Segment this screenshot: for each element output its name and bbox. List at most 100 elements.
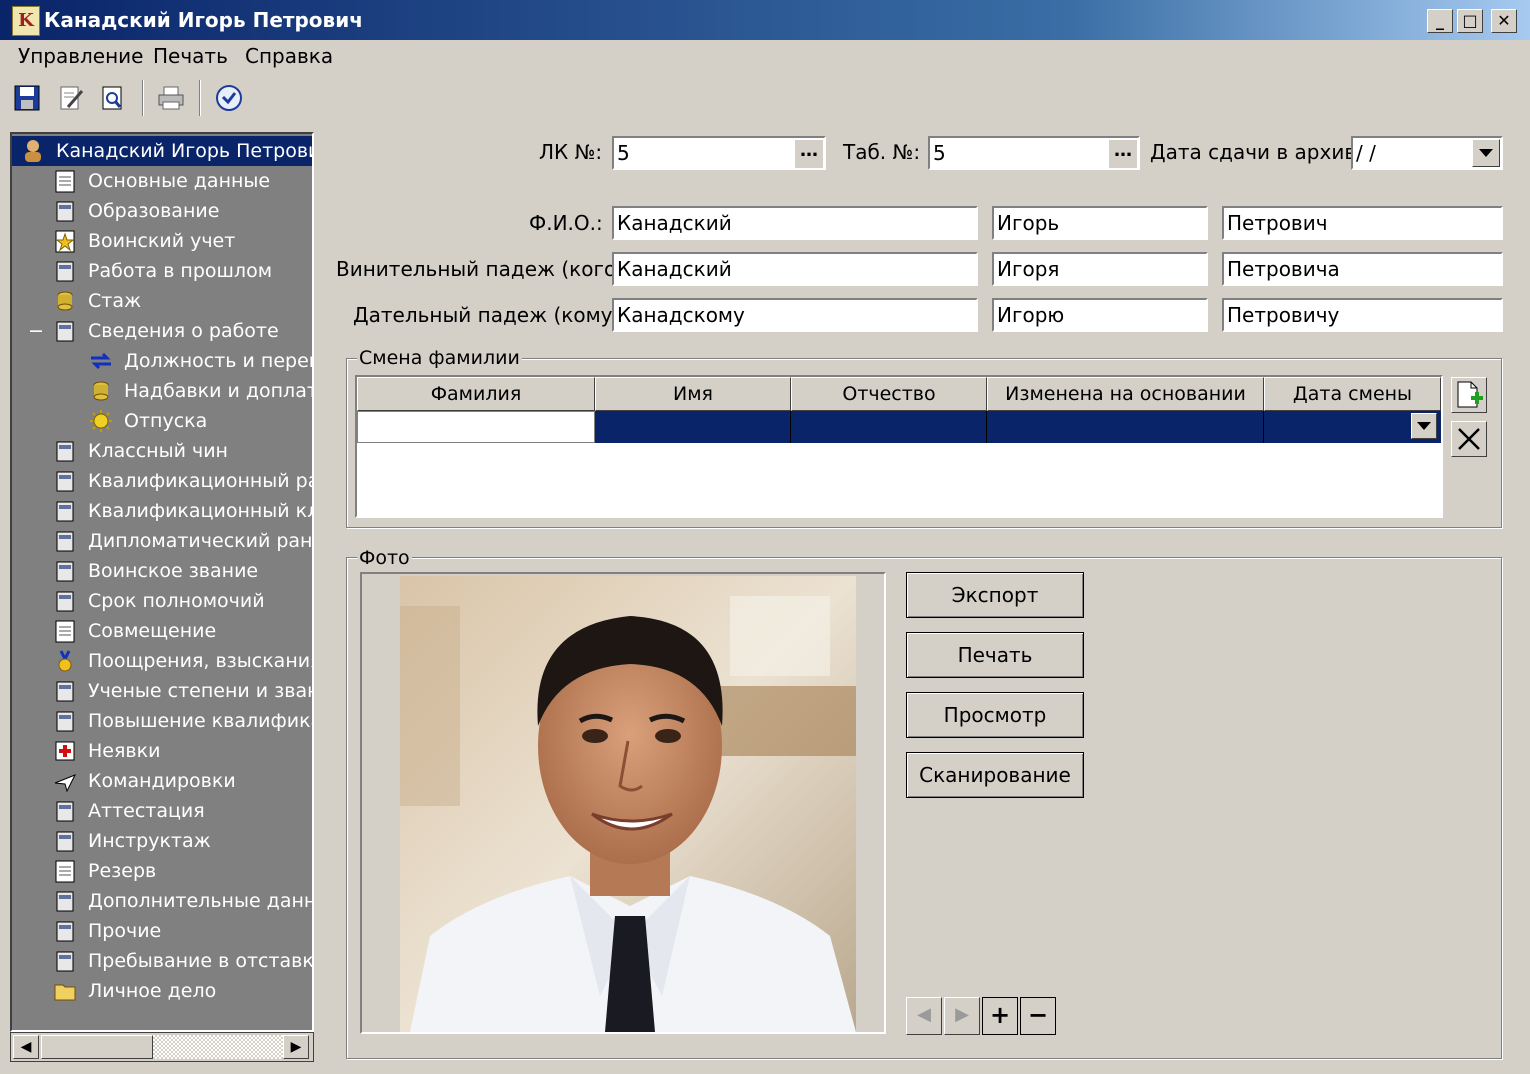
lk-number-value: 5 [617,141,630,165]
column-header-name[interactable]: Имя [595,377,791,411]
tree-item[interactable]: Стаж [52,286,141,316]
lk-number-browse-button[interactable]: … [795,140,823,168]
dative-surname-field[interactable]: Канадскому [612,298,978,332]
tree-item[interactable]: Работа в прошлом [52,256,272,286]
tree-item[interactable]: Срок полномочий [52,586,265,616]
dative-name-field[interactable]: Игорю [992,298,1208,332]
edit-button[interactable] [56,82,86,114]
delete-record-button[interactable] [1451,421,1487,457]
archive-date-dropdown-button[interactable] [1472,139,1500,167]
column-header-date[interactable]: Дата смены [1264,377,1441,411]
diploma-icon [52,678,78,704]
scroll-thumb[interactable] [41,1035,153,1059]
export-button[interactable]: Экспорт [906,572,1084,618]
tree-item[interactable]: Ученые степени и зван [52,676,312,706]
prev-photo-button[interactable]: ◀ [906,997,942,1035]
menu-manage[interactable]: Управление [18,44,143,68]
grid-cell-patronymic[interactable] [791,411,987,443]
maximize-button[interactable]: □ [1457,9,1483,33]
tree-item[interactable]: Личное дело [52,976,216,1006]
collapse-toggle[interactable]: − [28,320,44,342]
plane-icon [52,768,78,794]
tree-item[interactable]: Квалификационный кла [52,496,312,526]
add-document-icon [1457,381,1483,408]
notes-icon [52,888,78,914]
tree-item[interactable]: Поощрения, взыскания [52,646,312,676]
tree-item[interactable]: Дополнительные данны [52,886,314,916]
tree-item[interactable]: Дипломатический ранг [52,526,312,556]
tree-item[interactable]: Воинский учет [52,226,235,256]
minimize-button[interactable]: _ [1427,9,1453,33]
tree-item[interactable]: Неявки [52,736,160,766]
grid-cell-name[interactable] [595,411,791,443]
menu-help[interactable]: Справка [245,44,333,68]
tree-item[interactable]: Прочие [52,916,161,946]
accusative-surname-field[interactable]: Канадский [612,252,978,286]
tree-item[interactable]: − Сведения о работе [28,316,279,346]
add-record-button[interactable] [1451,377,1487,413]
tree-item[interactable]: Инструктаж [52,826,211,856]
tree-horizontal-scrollbar[interactable]: ◀ ▶ [10,1032,314,1062]
close-button[interactable]: ✕ [1491,9,1517,33]
column-header-patronymic[interactable]: Отчество [791,377,987,411]
tree-item-label: Повышение квалифика [88,710,314,732]
accusative-patronymic-field[interactable]: Петровича [1222,252,1503,286]
save-button[interactable] [12,82,42,114]
scroll-right-button[interactable]: ▶ [283,1035,309,1059]
scan-button[interactable]: Сканирование [906,752,1084,798]
tab-number-browse-button[interactable]: … [1109,140,1137,168]
tree-item[interactable]: Командировки [52,766,236,796]
tree-item-label: Дополнительные данны [88,890,314,912]
tree-item[interactable]: Надбавки и доплат [88,376,312,406]
dative-patronymic-field[interactable]: Петровичу [1222,298,1503,332]
tree-root-employee[interactable]: Канадский Игорь Петрович [12,136,312,166]
view-button[interactable]: Просмотр [906,692,1084,738]
fio-name-field[interactable]: Игорь [992,206,1208,240]
grid-cell-surname[interactable] [357,411,595,443]
clock-button[interactable] [214,82,244,114]
next-photo-button[interactable]: ▶ [944,997,980,1035]
tree-item[interactable]: Должность и перем [88,346,312,376]
employee-photo [400,576,856,1032]
scroll-track[interactable] [41,1035,289,1059]
tab-number-value: 5 [933,141,946,165]
tree-item[interactable]: Совмещение [52,616,216,646]
preview-button[interactable] [98,82,128,114]
tree-item[interactable]: Аттестация [52,796,205,826]
surname-change-grid[interactable]: Фамилия Имя Отчество Изменена на основан… [355,375,1443,518]
scroll-left-button[interactable]: ◀ [13,1035,39,1059]
accusative-name-field[interactable]: Игоря [992,252,1208,286]
tree-item[interactable]: Пребывание в отставке [52,946,312,976]
tree-item[interactable]: Классный чин [52,436,228,466]
fio-surname-field[interactable]: Канадский [612,206,978,240]
tree-item[interactable]: Повышение квалифика [52,706,314,736]
rank-icon [52,438,78,464]
tree-item[interactable]: Основные данные [52,166,270,196]
tree-item[interactable]: Квалификационный ра: [52,466,312,496]
archive-date-field[interactable]: / / [1351,136,1503,170]
tree-item-label: Отпуска [124,410,208,432]
lk-number-field[interactable]: 5 … [612,136,826,170]
remove-photo-button[interactable]: − [1020,997,1056,1035]
column-header-basis[interactable]: Изменена на основании [987,377,1264,411]
ruler-icon [52,498,78,524]
tree-item[interactable]: Отпуска [88,406,207,436]
menu-print[interactable]: Печать [153,44,228,68]
tree-item[interactable]: Воинское звание [52,556,258,586]
tab-number-field[interactable]: 5 … [928,136,1140,170]
accusative-label: Винительный падеж (кого): [336,257,631,281]
grid-cell-basis[interactable] [987,411,1264,443]
fio-patronymic-field[interactable]: Петрович [1222,206,1503,240]
column-header-surname[interactable]: Фамилия [357,377,595,411]
tree-item-label: Основные данные [88,170,271,192]
tree-item[interactable]: Образование [52,196,219,226]
grid-cell-date[interactable] [1264,411,1441,443]
print-button[interactable] [156,82,186,114]
tree-item-label: Прочие [88,920,162,942]
add-photo-button[interactable]: + [982,997,1018,1035]
coins-icon [88,378,114,404]
print-photo-button[interactable]: Печать [906,632,1084,678]
navigation-tree[interactable]: Канадский Игорь Петрович Основные данные… [10,132,314,1032]
tree-item[interactable]: Резерв [52,856,156,886]
date-dropdown-button[interactable] [1411,413,1437,439]
